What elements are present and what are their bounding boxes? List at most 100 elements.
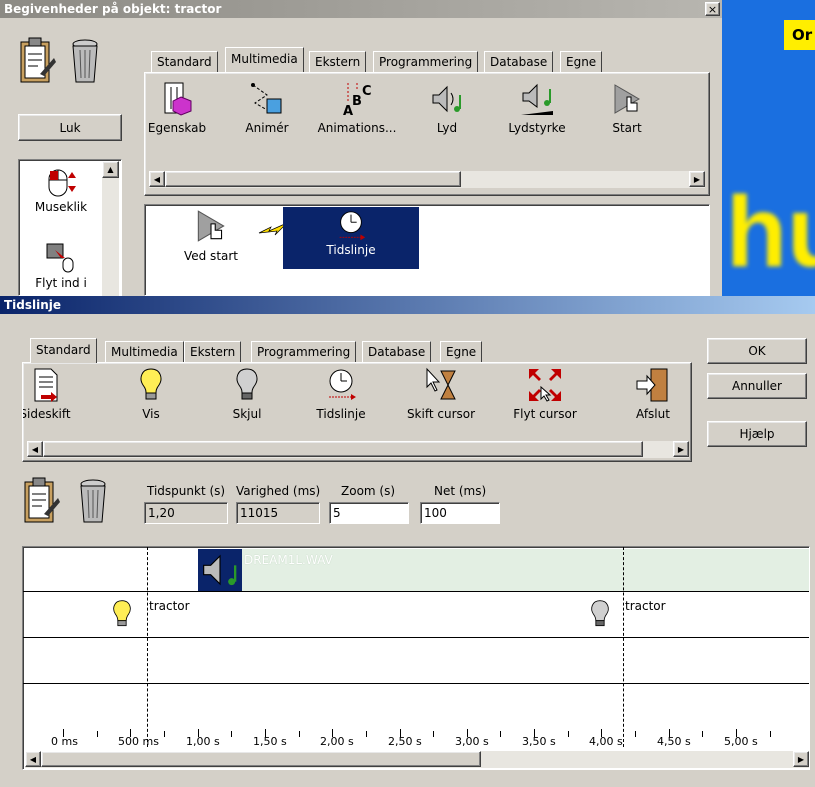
tidspunkt-field: 1,20 bbox=[144, 502, 228, 524]
help-button[interactable]: Hjælp bbox=[707, 421, 807, 447]
move-cursor-icon bbox=[529, 369, 561, 402]
net-input[interactable]: 100 bbox=[420, 502, 500, 524]
minor-tick bbox=[433, 731, 434, 737]
sequence-item-ved-start[interactable]: Ved start bbox=[165, 207, 257, 273]
tab-ekstern[interactable]: Ekstern bbox=[309, 51, 367, 73]
tick-label: 5,00 s bbox=[724, 735, 758, 748]
svg-text:B: B bbox=[352, 94, 362, 109]
row-divider bbox=[23, 683, 809, 684]
mouse-click-icon bbox=[48, 169, 76, 197]
tab-programmering[interactable]: Programmering bbox=[251, 341, 357, 363]
svg-text:C: C bbox=[362, 84, 372, 99]
action-skjul[interactable]: Skjul bbox=[209, 363, 285, 429]
action-flyt-cursor[interactable]: Flyt cursor bbox=[507, 363, 583, 429]
zoom-label: Zoom (s) bbox=[341, 484, 396, 498]
events-window-title: Begivenheder på objekt: tractor bbox=[4, 2, 222, 16]
scroll-right-button[interactable]: ▶ bbox=[793, 751, 809, 767]
start-icon bbox=[614, 84, 640, 114]
action-label-flyt-cursor: Flyt cursor bbox=[513, 407, 577, 421]
tab-multimedia[interactable]: Multimedia bbox=[225, 47, 304, 72]
scroll-left-button[interactable]: ◀ bbox=[25, 751, 41, 767]
minor-tick bbox=[164, 731, 165, 737]
action-label-lydstyrke: Lydstyrke bbox=[508, 121, 566, 135]
time-ruler: 0 ms 500 ms 1,00 s 1,50 s 2,00 s 2,50 s 3,00 s… bbox=[23, 707, 809, 751]
action-animations[interactable]: A B C Animations... bbox=[318, 77, 396, 143]
action-label-tidslinje: Tidslinje bbox=[316, 407, 366, 421]
sequence-label-ved-start: Ved start bbox=[183, 249, 239, 263]
net-label: Net (ms) bbox=[434, 484, 487, 498]
bulb-off-icon[interactable] bbox=[585, 597, 615, 631]
action-vis[interactable]: Vis bbox=[113, 363, 189, 429]
scroll-right-button[interactable]: ▶ bbox=[673, 441, 689, 457]
tab-programmering[interactable]: Programmering bbox=[373, 51, 479, 73]
tab-multimedia[interactable]: Multimedia bbox=[105, 341, 184, 363]
tab-database[interactable]: Database bbox=[362, 341, 432, 363]
action-label-afslut: Afslut bbox=[636, 407, 670, 421]
scroll-up-button[interactable]: ▲ bbox=[102, 161, 119, 178]
start-icon bbox=[197, 210, 225, 242]
trash-icon[interactable] bbox=[70, 36, 100, 86]
clipboard-icon[interactable] bbox=[22, 476, 60, 526]
action-afslut[interactable]: Afslut bbox=[615, 363, 691, 429]
event-item-museklik[interactable]: Museklik bbox=[21, 164, 101, 224]
action-animer[interactable]: Animér bbox=[229, 77, 305, 143]
scroll-thumb[interactable] bbox=[41, 751, 481, 767]
timeline-window: Tidslinje Standard Multimedia Ekstern Pr… bbox=[0, 296, 815, 787]
tick-label: 3,50 s bbox=[522, 735, 556, 748]
sequence-item-tidslinje[interactable]: Tidslinje bbox=[283, 207, 419, 269]
action-label-skjul: Skjul bbox=[232, 407, 262, 421]
action-sideskift[interactable]: Sideskift bbox=[23, 363, 83, 429]
timeline-area[interactable]: DREAM1L.WAV tractor tractor 0 ms 500 ms 1,… bbox=[22, 546, 810, 770]
action-lyd[interactable]: Lyd bbox=[409, 77, 485, 143]
event-list-scrollbar[interactable]: ▲ bbox=[102, 161, 119, 296]
action-label-egenskab: Egenskab bbox=[147, 121, 207, 135]
trash-icon[interactable] bbox=[78, 476, 108, 526]
action-start[interactable]: Start bbox=[589, 77, 665, 143]
tick-label: 4,50 s bbox=[657, 735, 691, 748]
bottom-actions-scrollbar[interactable]: ◀ ▶ bbox=[27, 441, 689, 458]
top-tab-panel: Egenskab Animér A B C Animations... Lyd … bbox=[144, 72, 710, 196]
sound-clip-icon-box[interactable] bbox=[198, 549, 242, 591]
event-label-flyt-ind-i: Flyt ind i bbox=[35, 276, 87, 290]
action-label-animer: Animér bbox=[245, 121, 289, 135]
scroll-left-button[interactable]: ◀ bbox=[27, 441, 43, 457]
tab-egne[interactable]: Egne bbox=[440, 341, 483, 363]
scroll-left-button[interactable]: ◀ bbox=[149, 171, 165, 187]
tick-label: 3,00 s bbox=[455, 735, 489, 748]
clipboard-icon[interactable] bbox=[18, 36, 56, 86]
timeline-scrollbar[interactable]: ◀ ▶ bbox=[25, 751, 809, 768]
bulb-on-icon[interactable] bbox=[107, 597, 137, 631]
tick-label: 2,50 s bbox=[388, 735, 422, 748]
move-into-icon bbox=[46, 243, 74, 273]
animate-icon bbox=[251, 83, 282, 114]
tab-ekstern[interactable]: Ekstern bbox=[184, 341, 242, 363]
scroll-right-button[interactable]: ▶ bbox=[689, 171, 705, 187]
tick-label: 500 ms bbox=[118, 735, 159, 748]
zoom-input[interactable]: 5 bbox=[329, 502, 409, 524]
volume-icon bbox=[521, 83, 553, 115]
minor-tick bbox=[770, 731, 771, 737]
tab-standard[interactable]: Standard bbox=[151, 51, 218, 73]
action-egenskab[interactable]: Egenskab bbox=[139, 77, 215, 143]
tab-database[interactable]: Database bbox=[484, 51, 554, 73]
varighed-field: 11015 bbox=[236, 502, 320, 524]
cancel-button[interactable]: Annuller bbox=[707, 373, 807, 399]
bottom-tab-panel: Sideskift Vis Skjul Tidslinje Skift curs… bbox=[22, 362, 692, 462]
action-skift-cursor[interactable]: Skift cursor bbox=[403, 363, 479, 429]
top-actions-scrollbar[interactable]: ◀ ▶ bbox=[149, 171, 705, 188]
close-button[interactable]: × bbox=[705, 2, 720, 16]
event-item-flyt-ind-i[interactable]: Flyt ind i bbox=[21, 240, 101, 295]
ok-button[interactable]: OK bbox=[707, 338, 807, 364]
tab-standard[interactable]: Standard bbox=[30, 338, 97, 363]
event-sequence[interactable]: Ved start Tidslinje bbox=[144, 204, 710, 296]
tab-egne[interactable]: Egne bbox=[560, 51, 603, 73]
timeline-icon bbox=[339, 211, 366, 241]
luk-button[interactable]: Luk bbox=[18, 114, 122, 141]
action-tidslinje[interactable]: Tidslinje bbox=[303, 363, 379, 429]
action-lydstyrke[interactable]: Lydstyrke bbox=[499, 77, 575, 143]
action-label-vis: Vis bbox=[142, 407, 160, 421]
tick-label: 1,50 s bbox=[253, 735, 287, 748]
action-label-animations: Animations... bbox=[317, 121, 397, 135]
scroll-thumb[interactable] bbox=[43, 441, 643, 457]
scroll-thumb[interactable] bbox=[165, 171, 461, 187]
